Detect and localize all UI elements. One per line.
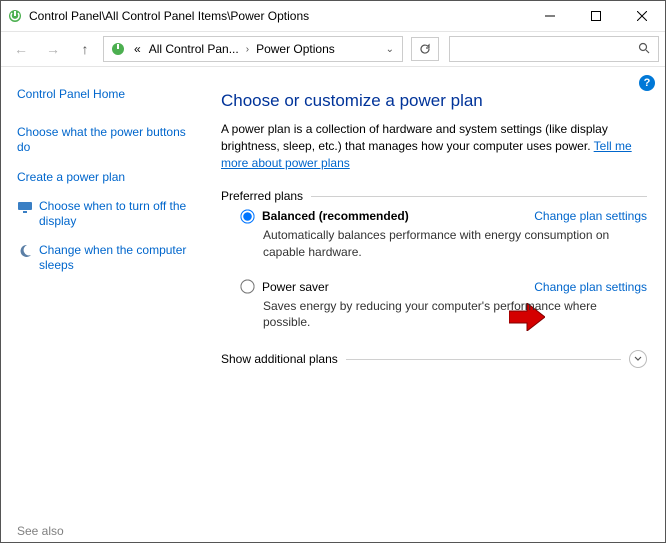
navbar: ← → ↑ « All Control Pan... › Power Optio… (1, 31, 665, 67)
plan-radio-balanced[interactable] (240, 209, 254, 223)
breadcrumb-parent[interactable]: All Control Pan... (145, 42, 243, 56)
display-icon (17, 199, 33, 215)
up-button[interactable]: ↑ (71, 35, 99, 63)
refresh-button[interactable] (411, 37, 439, 61)
page-heading: Choose or customize a power plan (221, 91, 647, 111)
change-plan-settings-link[interactable]: Change plan settings (534, 280, 647, 294)
show-additional-label: Show additional plans (221, 352, 338, 366)
sidebar-link-create-plan[interactable]: Create a power plan (17, 170, 201, 186)
plan-name[interactable]: Power saver (262, 280, 329, 294)
breadcrumb-current[interactable]: Power Options (252, 42, 339, 56)
control-panel-home-link[interactable]: Control Panel Home (17, 87, 201, 103)
moon-icon (17, 243, 33, 259)
sidebar-task-label: Change when the computer sleeps (39, 243, 201, 273)
sidebar: Control Panel Home Choose what the power… (1, 67, 211, 542)
change-plan-settings-link[interactable]: Change plan settings (534, 209, 647, 223)
plan-description: Saves energy by reducing your computer's… (263, 298, 647, 330)
divider (346, 359, 621, 360)
close-button[interactable] (619, 1, 665, 31)
power-options-icon (7, 8, 23, 24)
power-options-icon (110, 41, 126, 57)
show-additional-plans-row: Show additional plans (221, 350, 647, 368)
main-panel: Choose or customize a power plan A power… (211, 67, 665, 542)
sidebar-task-sleep[interactable]: Change when the computer sleeps (17, 243, 201, 273)
plan-balanced: Balanced (recommended) Change plan setti… (241, 209, 647, 259)
sidebar-task-display-off[interactable]: Choose when to turn off the display (17, 199, 201, 229)
plan-radio-power-saver[interactable] (240, 280, 254, 294)
forward-button[interactable]: → (39, 35, 67, 63)
plan-name[interactable]: Balanced (recommended) (262, 209, 409, 223)
plan-power-saver: Power saver Change plan settings Saves e… (241, 280, 647, 330)
see-also-label: See also (17, 524, 64, 538)
divider (311, 196, 647, 197)
sidebar-task-label: Choose when to turn off the display (39, 199, 201, 229)
search-icon[interactable] (630, 42, 658, 57)
breadcrumb-prefix: « (130, 42, 145, 56)
expand-button[interactable] (629, 350, 647, 368)
content-area: Control Panel Home Choose what the power… (1, 67, 665, 542)
search-input[interactable] (450, 42, 630, 56)
search-box[interactable] (449, 36, 659, 62)
address-dropdown-icon[interactable]: ⌄ (380, 44, 400, 55)
chevron-right-icon[interactable]: › (243, 44, 252, 55)
sidebar-link-power-buttons[interactable]: Choose what the power buttons do (17, 125, 201, 156)
plan-description: Automatically balances performance with … (263, 227, 647, 259)
minimize-button[interactable] (527, 1, 573, 31)
address-bar[interactable]: « All Control Pan... › Power Options ⌄ (103, 36, 403, 62)
window: Control Panel\All Control Panel Items\Po… (0, 0, 666, 543)
back-button[interactable]: ← (7, 35, 35, 63)
titlebar: Control Panel\All Control Panel Items\Po… (1, 1, 665, 31)
window-title: Control Panel\All Control Panel Items\Po… (29, 9, 309, 23)
page-description: A power plan is a collection of hardware… (221, 121, 647, 171)
maximize-button[interactable] (573, 1, 619, 31)
